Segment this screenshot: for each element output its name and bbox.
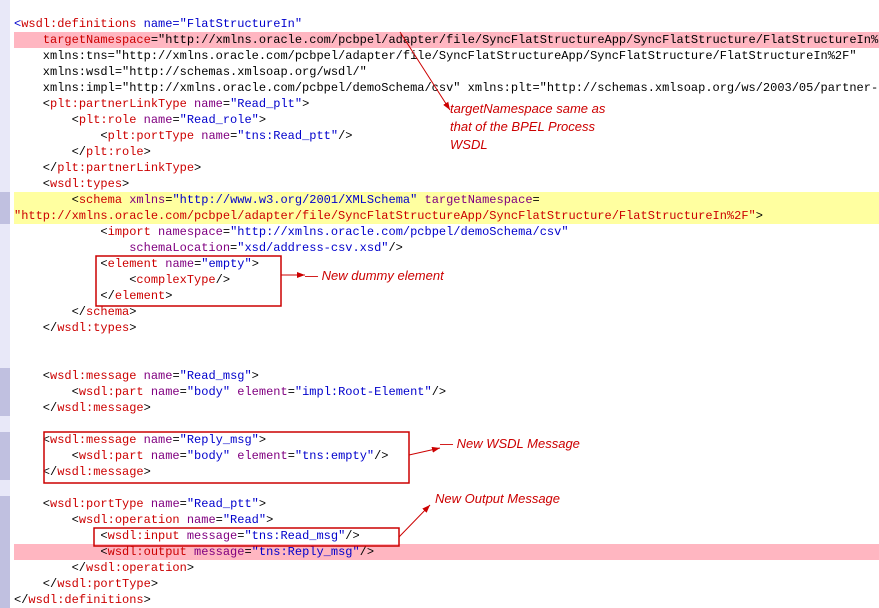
- code-line: </wsdl:definitions>: [14, 592, 879, 608]
- code-line: </plt:partnerLinkType>: [14, 160, 879, 176]
- code-line-schema: <schema xmlns="http://www.w3.org/2001/XM…: [14, 192, 879, 208]
- code-line: </wsdl:portType>: [14, 576, 879, 592]
- code-line: xmlns:tns="http://xmlns.oracle.com/pcbpe…: [14, 48, 879, 64]
- code-line: <wsdl:definitions name="FlatStructureIn": [14, 16, 879, 32]
- code-line: <wsdl:part name="body" element="impl:Roo…: [14, 384, 879, 400]
- code-line-schema-ns: "http://xmlns.oracle.com/pcbpel/adapter/…: [14, 208, 879, 224]
- code-line: [14, 352, 879, 368]
- code-line: <wsdl:types>: [14, 176, 879, 192]
- code-editor[interactable]: <wsdl:definitions name="FlatStructureIn"…: [10, 0, 879, 608]
- code-line: xmlns:wsdl="http://schemas.xmlsoap.org/w…: [14, 64, 879, 80]
- code-line: <wsdl:input message="tns:Read_msg"/>: [14, 528, 879, 544]
- code-line: </schema>: [14, 304, 879, 320]
- code-line: </plt:role>: [14, 144, 879, 160]
- code-line: schemaLocation="xsd/address-csv.xsd"/>: [14, 240, 879, 256]
- code-line: </wsdl:types>: [14, 320, 879, 336]
- code-line: <plt:role name="Read_role">: [14, 112, 879, 128]
- code-line: </wsdl:operation>: [14, 560, 879, 576]
- code-line: <plt:portType name="tns:Read_ptt"/>: [14, 128, 879, 144]
- code-line: <plt:partnerLinkType name="Read_plt">: [14, 96, 879, 112]
- code-line-output: <wsdl:output message="tns:Reply_msg"/>: [14, 544, 879, 560]
- code-line: [14, 0, 879, 16]
- code-line: <import namespace="http://xmlns.oracle.c…: [14, 224, 879, 240]
- code-line: </wsdl:message>: [14, 400, 879, 416]
- code-line: [14, 336, 879, 352]
- code-line: xmlns:impl="http://xmlns.oracle.com/pcbp…: [14, 80, 879, 96]
- code-line: <wsdl:part name="body" element="tns:empt…: [14, 448, 879, 464]
- code-line: <wsdl:portType name="Read_ptt">: [14, 496, 879, 512]
- code-line: </element>: [14, 288, 879, 304]
- code-line: <complexType/>: [14, 272, 879, 288]
- code-line-targetns: targetNamespace="http://xmlns.oracle.com…: [14, 32, 879, 48]
- code-line: [14, 416, 879, 432]
- code-line-reply-msg: <wsdl:message name="Reply_msg">: [14, 432, 879, 448]
- code-line: <element name="empty">: [14, 256, 879, 272]
- code-container: <wsdl:definitions name="FlatStructureIn"…: [0, 0, 879, 608]
- code-line: </wsdl:message>: [14, 464, 879, 480]
- code-line: [14, 480, 879, 496]
- code-line: <wsdl:message name="Read_msg">: [14, 368, 879, 384]
- left-margin: [0, 0, 10, 608]
- code-line: <wsdl:operation name="Read">: [14, 512, 879, 528]
